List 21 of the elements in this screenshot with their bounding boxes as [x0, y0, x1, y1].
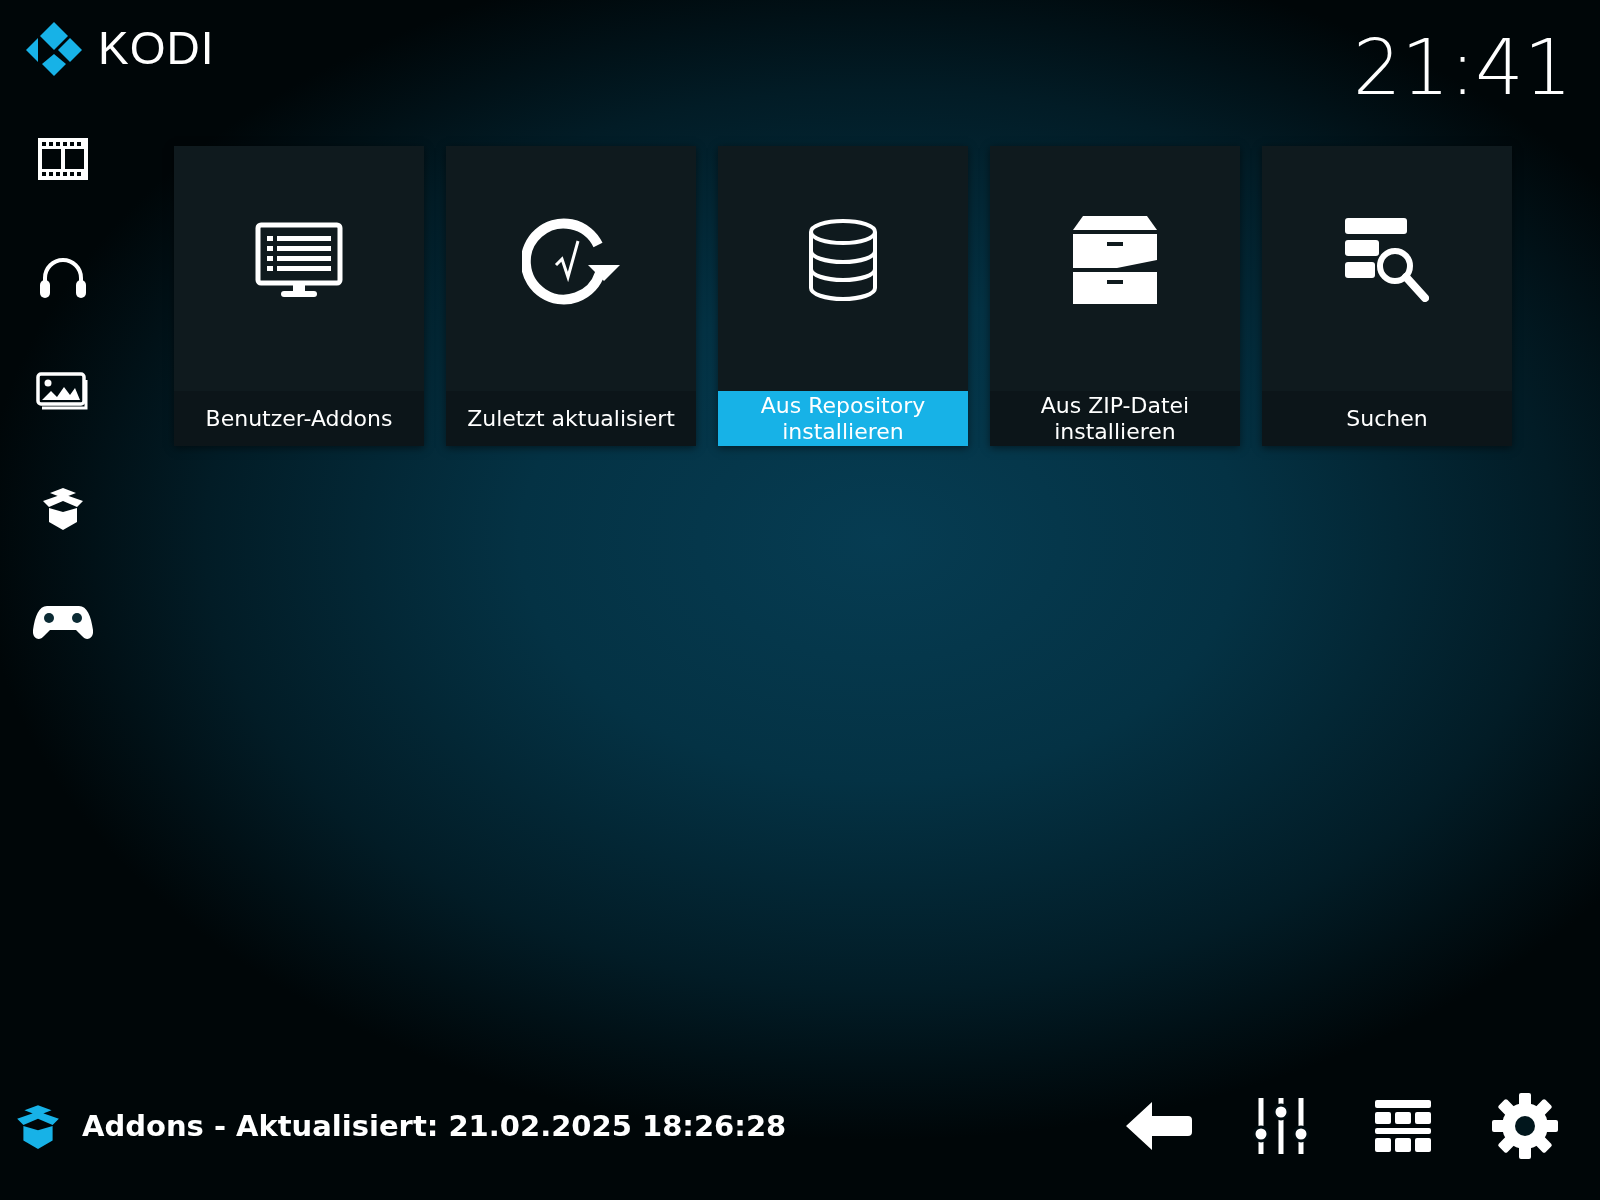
film-strip-icon[interactable] — [37, 138, 88, 180]
database-icon — [807, 217, 879, 302]
monitor-list-icon — [255, 221, 343, 298]
addon-menu-tile[interactable]: Zuletzt aktualisiert — [446, 146, 696, 446]
addon-menu-tile[interactable]: Benutzer-Addons — [174, 146, 424, 446]
pictures-icon[interactable] — [35, 372, 90, 412]
logo-text: KODI — [98, 25, 215, 71]
kodi-logo-icon — [26, 20, 82, 76]
tile-label: Zuletzt aktualisiert — [446, 391, 696, 446]
tile-label: Aus ZIP-Datei installieren — [990, 391, 1240, 446]
tile-label: Suchen — [1262, 391, 1512, 446]
settings-button[interactable] — [1490, 1091, 1560, 1161]
list-search-icon — [1345, 217, 1429, 302]
clock: 21:41 — [1352, 30, 1572, 106]
gamepad-icon[interactable] — [32, 604, 93, 640]
addon-menu-tile[interactable]: Aus ZIP-Datei installieren — [990, 146, 1240, 446]
addon-menu-tile[interactable]: Suchen — [1262, 146, 1512, 446]
file-cabinet-icon — [1073, 215, 1157, 304]
status-text: Addons - Aktualisiert: 21.02.2025 18:26:28 — [82, 1109, 787, 1143]
tile-label: Aus Repository installieren — [718, 391, 968, 446]
tile-label: Benutzer-Addons — [174, 391, 424, 446]
